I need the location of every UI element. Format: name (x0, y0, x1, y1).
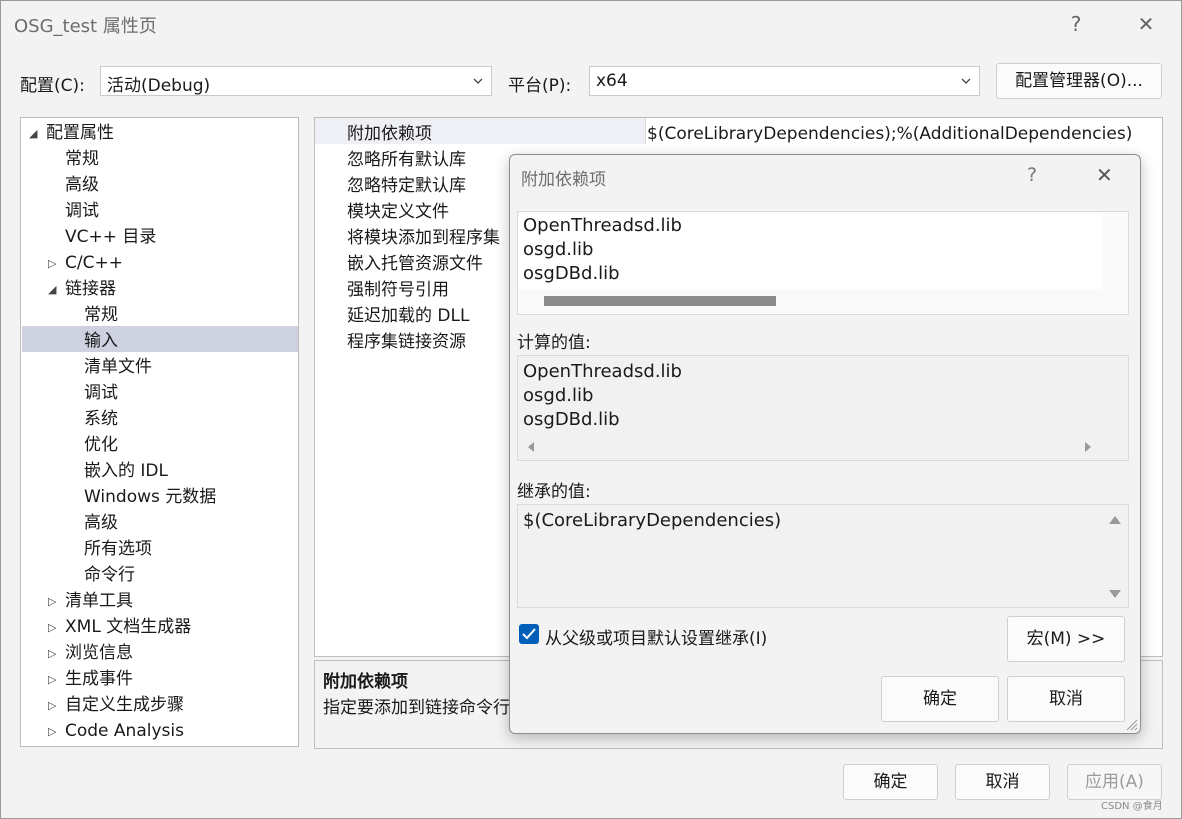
property-row[interactable]: 嵌入托管资源文件 (347, 251, 483, 277)
dialog-title: 附加依赖项 (521, 170, 606, 190)
tree-item[interactable]: C/C++ (65, 250, 123, 276)
help-icon[interactable]: ? (1056, 9, 1096, 39)
property-row[interactable]: 强制符号引用 (347, 277, 449, 303)
property-row[interactable]: 模块定义文件 (347, 199, 449, 225)
inherited-label: 继承的值: (517, 482, 591, 502)
expand-arrow-icon[interactable]: ▷ (48, 673, 56, 686)
tree-item[interactable]: 清单工具 (65, 588, 133, 614)
tree-item[interactable]: 配置属性 (46, 120, 114, 146)
scroll-up-icon[interactable] (1109, 515, 1121, 525)
config-manager-button[interactable]: 配置管理器(O)... (996, 63, 1162, 99)
property-row[interactable]: 忽略所有默认库 (347, 147, 466, 173)
tree-item[interactable]: XML 文档生成器 (65, 614, 191, 640)
additional-deps-dialog: 附加依赖项 ? ✕ OpenThreadsd.lib osgd.lib osgD… (509, 154, 1141, 734)
edit-line: osgd.lib (523, 239, 594, 260)
inherited-values-box: $(CoreLibraryDependencies) (517, 504, 1129, 608)
platform-value: x64 (596, 71, 628, 91)
tree-item[interactable]: Windows 元数据 (84, 484, 216, 510)
resize-grip-icon[interactable] (1124, 717, 1138, 731)
computed-line: osgd.lib (523, 385, 594, 406)
tree-item[interactable]: VC++ 目录 (65, 224, 156, 250)
scroll-down-icon[interactable] (1109, 589, 1121, 599)
collapse-arrow-icon[interactable]: ◢ (29, 127, 37, 140)
expand-arrow-icon[interactable]: ▷ (48, 699, 56, 712)
title-bar: OSG_test 属性页 ? ✕ (1, 1, 1181, 47)
dialog-cancel-button[interactable]: 取消 (1007, 676, 1125, 722)
tree-item[interactable]: 自定义生成步骤 (65, 692, 184, 718)
expand-arrow-icon[interactable]: ▷ (48, 257, 56, 270)
description-text: 指定要添加到链接命令行 (323, 698, 510, 718)
expand-arrow-icon[interactable]: ▷ (48, 621, 56, 634)
inherit-checkbox[interactable] (519, 624, 539, 644)
scroll-left-icon[interactable] (526, 442, 536, 452)
tree-item[interactable]: 优化 (84, 432, 118, 458)
expand-arrow-icon[interactable]: ▷ (48, 595, 56, 608)
horizontal-scrollbar-thumb[interactable] (544, 296, 776, 306)
edit-line: osgDBd.lib (523, 263, 620, 284)
tree-item[interactable]: 高级 (65, 172, 99, 198)
expand-arrow-icon[interactable]: ▷ (48, 725, 56, 738)
watermark: CSDN @食月 (1101, 801, 1163, 812)
dialog-close-icon[interactable]: ✕ (1096, 163, 1113, 187)
macro-button[interactable]: 宏(M) >> (1007, 616, 1125, 662)
edit-line: OpenThreadsd.lib (523, 215, 682, 236)
dialog-ok-button[interactable]: 确定 (881, 676, 999, 722)
platform-label: 平台(P): (508, 76, 572, 96)
config-combo[interactable]: 活动(Debug) (100, 66, 492, 96)
computed-label: 计算的值: (517, 333, 591, 353)
cancel-button[interactable]: 取消 (955, 764, 1050, 800)
collapse-arrow-icon[interactable]: ◢ (48, 283, 56, 296)
description-title: 附加依赖项 (323, 672, 408, 692)
tree-item[interactable]: 常规 (84, 302, 118, 328)
property-tree: ◢ 配置属性 常规 高级 调试 VC++ 目录 ▷ C/C++ ◢ 链接器 常规 输入 清单文件 调试 系统… (20, 117, 299, 747)
window-title: OSG_test 属性页 (14, 16, 157, 37)
property-pages-window: OSG_test 属性页 ? ✕ 配置(C): 活动(Debug) 平台(P):… (0, 0, 1182, 819)
close-icon[interactable]: ✕ (1126, 9, 1166, 39)
tree-item[interactable]: 浏览信息 (65, 640, 133, 666)
inherit-checkbox-label[interactable]: 从父级或项目默认设置继承(I) (545, 624, 767, 649)
column-divider[interactable] (645, 118, 646, 144)
property-row[interactable]: 附加依赖项 (347, 121, 432, 147)
dialog-help-icon[interactable]: ? (1027, 164, 1037, 186)
additional-deps-value[interactable]: $(CoreLibraryDependencies);%(AdditionalD… (647, 121, 1157, 147)
tree-item[interactable]: 清单文件 (84, 354, 152, 380)
tree-item[interactable]: 生成事件 (65, 666, 133, 692)
tree-item[interactable]: 所有选项 (84, 536, 152, 562)
apply-button[interactable]: 应用(A) (1067, 764, 1162, 800)
platform-combo[interactable]: x64 (589, 66, 980, 96)
property-row[interactable]: 忽略特定默认库 (347, 173, 466, 199)
computed-values-box: OpenThreadsd.lib osgd.lib osgDBd.lib (517, 355, 1129, 461)
scroll-right-icon[interactable] (1083, 442, 1093, 452)
computed-line: osgDBd.lib (523, 409, 620, 430)
computed-line: OpenThreadsd.lib (523, 361, 682, 382)
tree-item[interactable]: 调试 (65, 198, 99, 224)
tree-item[interactable]: 调试 (84, 380, 118, 406)
tree-item[interactable]: 高级 (84, 510, 118, 536)
tree-item[interactable]: 命令行 (84, 562, 135, 588)
tree-item[interactable]: 嵌入的 IDL (84, 458, 168, 484)
tree-item[interactable]: 输入 (84, 328, 118, 354)
inherited-line: $(CoreLibraryDependencies) (523, 510, 782, 531)
tree-item[interactable]: 链接器 (65, 276, 116, 302)
property-row[interactable]: 程序集链接资源 (347, 329, 466, 355)
ok-button[interactable]: 确定 (843, 764, 938, 800)
tree-item[interactable]: 常规 (65, 146, 99, 172)
config-label: 配置(C): (20, 76, 85, 96)
edit-textbox[interactable]: OpenThreadsd.lib osgd.lib osgDBd.lib (517, 211, 1129, 315)
tree-item[interactable]: Code Analysis (65, 718, 184, 744)
property-row[interactable]: 延迟加载的 DLL (347, 303, 469, 329)
checkmark-icon (522, 628, 536, 640)
chevron-down-icon (473, 78, 483, 84)
tree-item[interactable]: 系统 (84, 406, 118, 432)
tree-selection-highlight (22, 326, 298, 352)
config-value: 活动(Debug) (107, 76, 211, 96)
expand-arrow-icon[interactable]: ▷ (48, 647, 56, 660)
property-row[interactable]: 将模块添加到程序集 (347, 225, 500, 251)
chevron-down-icon (961, 78, 971, 84)
